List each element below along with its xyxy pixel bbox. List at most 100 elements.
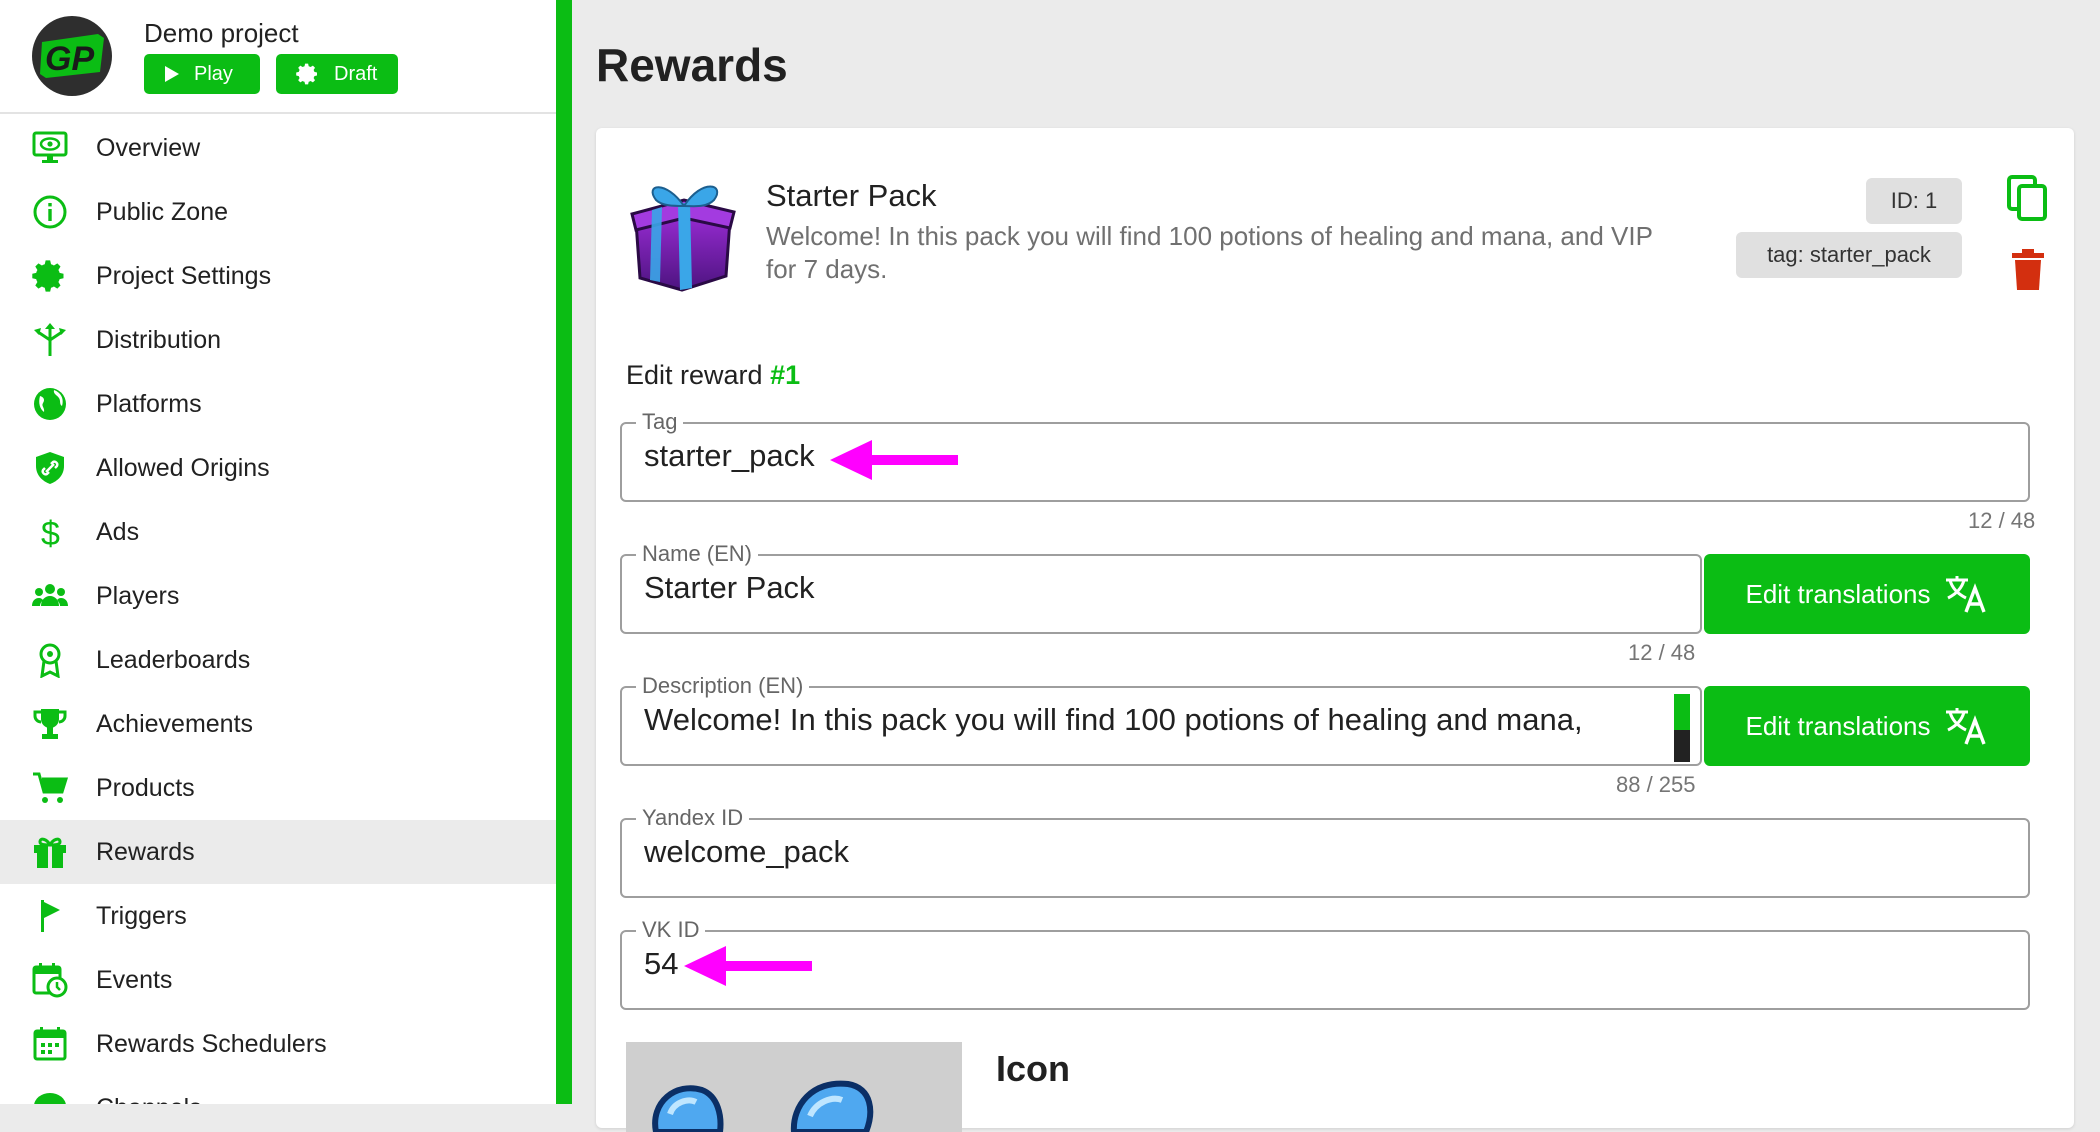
edit-reward-number: #1 (770, 360, 801, 390)
info-circle-icon (33, 195, 67, 229)
sidebar-item-label: Project Settings (96, 261, 272, 290)
sidebar-item-triggers[interactable]: Triggers (0, 884, 556, 948)
name-field[interactable]: Name (EN) Starter Pack (620, 542, 1702, 634)
sidebar-item-platforms[interactable]: Platforms (0, 372, 556, 436)
edit-heading-text: Edit reward (626, 360, 763, 390)
sidebar-item-leaderboards[interactable]: Leaderboards (0, 628, 556, 692)
sidebar-item-distribution[interactable]: Distribution (0, 308, 556, 372)
play-icon (165, 66, 179, 82)
monitor-eye-icon (32, 131, 68, 163)
sidebar-item-events[interactable]: Events (0, 948, 556, 1012)
flag-icon (41, 900, 60, 932)
project-name: Demo project (144, 18, 299, 48)
draft-button[interactable]: Draft (276, 54, 398, 94)
sidebar-nav: Overview Public Zone Project Settings Di… (0, 116, 556, 1104)
sidebar-item-label: Achievements (96, 709, 254, 738)
edit-translations-name-button[interactable]: Edit translations (1704, 554, 2030, 634)
sidebar-item-ads[interactable]: $ Ads (0, 500, 556, 564)
reward-icon-image[interactable] (626, 1042, 962, 1132)
description-scrollbar-thumb[interactable] (1674, 694, 1690, 730)
svg-text:$: $ (41, 515, 60, 550)
sidebar-item-public-zone[interactable]: Public Zone (0, 180, 556, 244)
sidebar-item-label: Distribution (96, 325, 222, 354)
pointer-arrow-icon (684, 946, 812, 986)
sidebar-item-label: Triggers (96, 901, 187, 930)
reward-description: Welcome! In this pack you will find 100 … (766, 221, 1653, 284)
reward-card: Starter Pack Welcome! In this pack you w… (596, 128, 2074, 1132)
globe-icon (34, 388, 66, 420)
yandex-id-input[interactable]: welcome_pack (644, 834, 849, 870)
sidebar-item-allowed-origins[interactable]: Allowed Origins (0, 436, 556, 500)
distribution-arrows-icon (34, 323, 66, 356)
cart-icon (33, 772, 68, 803)
vk-id-input[interactable]: 54 (644, 946, 678, 982)
sidebar-item-rewards[interactable]: Rewards (0, 820, 556, 884)
project-logo[interactable]: GP (32, 16, 112, 96)
reward-tag-chip: tag: starter_pack (1736, 232, 1962, 278)
vk-id-field-label: VK ID (636, 918, 706, 942)
vk-id-field[interactable]: VK ID 54 (620, 918, 2030, 1010)
edit-translations-label: Edit translations (1745, 578, 1931, 609)
sidebar-item-label: Products (96, 773, 195, 802)
potion-bottles-image (652, 1080, 874, 1132)
gear-icon (32, 260, 64, 292)
gift-icon (34, 837, 66, 868)
name-input[interactable]: Starter Pack (644, 570, 815, 606)
pointer-arrow-icon (830, 440, 958, 480)
shield-link-icon (36, 452, 64, 484)
name-counter: 12 / 48 (1628, 640, 1696, 665)
translate-icon (1946, 576, 1987, 613)
description-scrollbar[interactable] (1674, 694, 1690, 762)
sidebar-item-label: Rewards (96, 837, 195, 866)
sidebar-item-rewards-schedulers[interactable]: Rewards Schedulers (0, 1012, 556, 1076)
project-header: GP Demo project Play Draft (0, 0, 556, 114)
draft-label: Draft (334, 62, 378, 85)
sidebar-item-label: Overview (96, 133, 201, 162)
reward-title: Starter Pack (766, 178, 937, 213)
copy-icon[interactable] (2006, 174, 2050, 222)
yandex-id-field[interactable]: Yandex ID welcome_pack (620, 806, 2030, 898)
translate-icon (1946, 708, 1987, 745)
name-field-label: Name (EN) (636, 542, 759, 566)
sidebar-item-label: Players (96, 581, 180, 610)
reward-id-chip: ID: 1 (1866, 178, 1962, 224)
tag-field-label: Tag (636, 410, 684, 434)
sidebar-item-label: Allowed Origins (96, 453, 270, 482)
sidebar-item-players[interactable]: Players (0, 564, 556, 628)
edit-translations-label: Edit translations (1745, 710, 1931, 741)
sidebar-item-label: Channels (96, 1094, 202, 1105)
svg-text:GP: GP (45, 40, 94, 78)
sidebar-divider (556, 0, 572, 1104)
award-ribbon-icon (39, 643, 61, 678)
trophy-icon (33, 709, 67, 739)
dollar-icon: $ (41, 515, 60, 550)
sidebar-item-label: Leaderboards (96, 645, 251, 674)
page-title: Rewards (596, 39, 788, 91)
description-input[interactable]: Welcome! In this pack you will find 100 … (644, 702, 1583, 738)
description-counter: 88 / 255 (1616, 772, 1696, 797)
tag-input[interactable]: starter_pack (644, 438, 815, 474)
sidebar-item-overview[interactable]: Overview (0, 116, 556, 180)
sidebar-item-project-settings[interactable]: Project Settings (0, 244, 556, 308)
people-icon (32, 584, 68, 606)
sidebar-item-label: Events (96, 965, 173, 994)
sidebar-item-label: Platforms (96, 389, 202, 418)
description-field-label: Description (EN) (636, 674, 810, 698)
gift-box-image (630, 185, 736, 292)
gear-icon (296, 63, 317, 85)
play-label: Play (194, 62, 233, 85)
edit-translations-description-button[interactable]: Edit translations (1704, 686, 2030, 766)
main-content: Rewards Starter Pack Welcome! In this pa… (572, 0, 2100, 1132)
sidebar-item-label: Rewards Schedulers (96, 1029, 327, 1058)
delete-icon[interactable] (2010, 248, 2046, 292)
sidebar-item-achievements[interactable]: Achievements (0, 692, 556, 756)
sidebar-item-channels[interactable]: Channels (0, 1076, 556, 1104)
chat-icon (34, 1093, 66, 1104)
calendar-grid-icon (33, 1027, 67, 1061)
icon-section-heading: Icon (996, 1048, 1071, 1089)
description-field[interactable]: Description (EN) Welcome! In this pack y… (620, 674, 1702, 766)
yandex-id-field-label: Yandex ID (636, 806, 750, 830)
sidebar-item-products[interactable]: Products (0, 756, 556, 820)
play-button[interactable]: Play (144, 54, 260, 94)
sidebar-item-label: Public Zone (96, 197, 229, 226)
